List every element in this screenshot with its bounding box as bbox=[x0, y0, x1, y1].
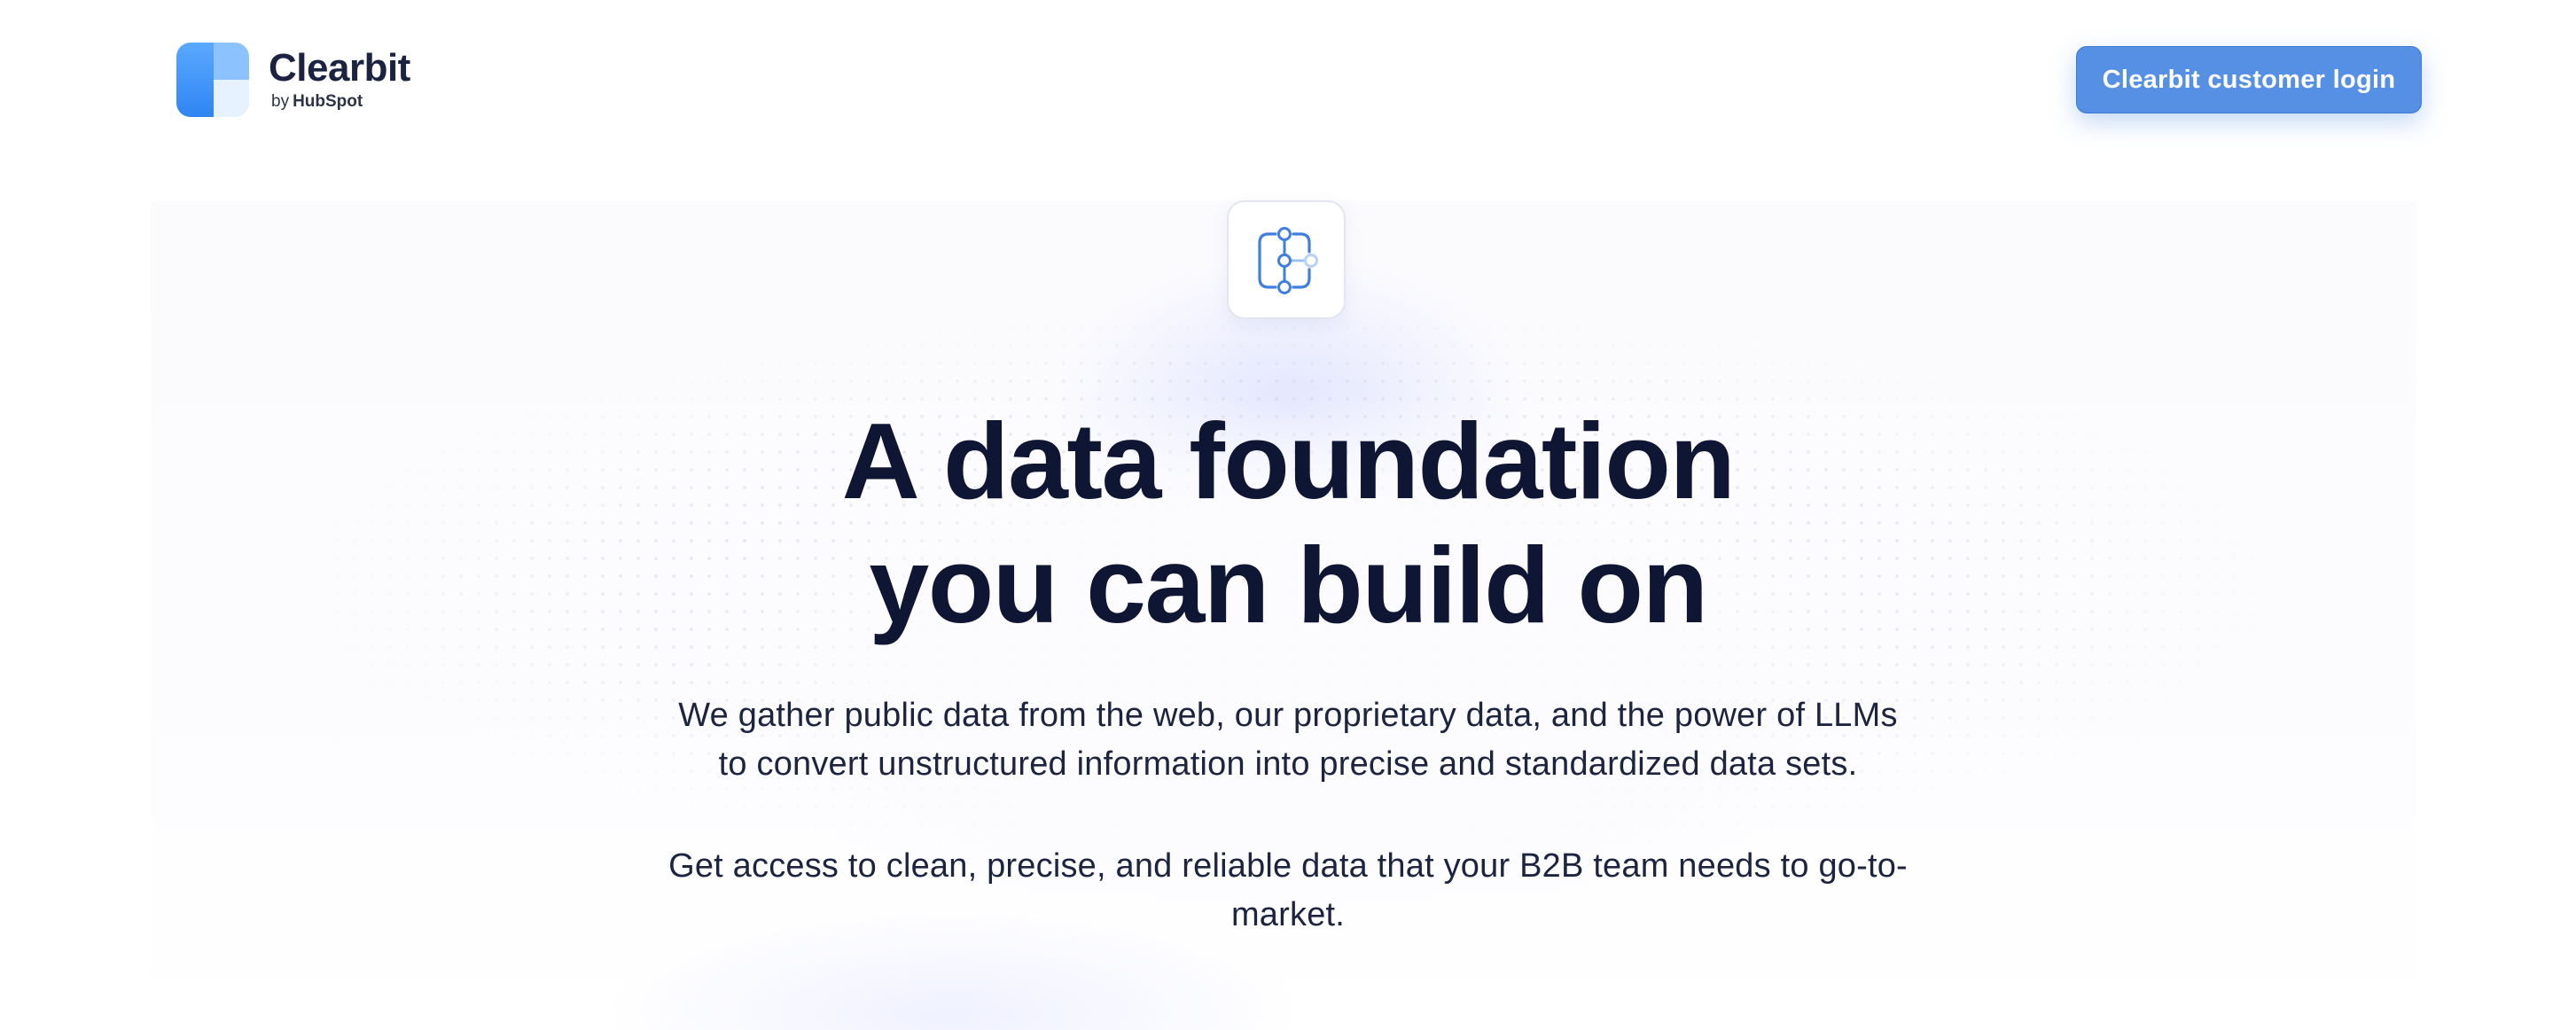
clearbit-logo-icon bbox=[176, 43, 249, 117]
hero-value-proposition-line1: Get access to clean, precise, and reliab… bbox=[668, 847, 1908, 885]
hero-description-line2: to convert unstructured information into… bbox=[718, 745, 1858, 783]
customer-login-button[interactable]: Clearbit customer login bbox=[2076, 46, 2422, 113]
logo-byline-prefix: by bbox=[271, 92, 290, 111]
connected-nodes-icon-graphic bbox=[1258, 227, 1318, 294]
page: Clearbit by HubSpot Clearbit customer log… bbox=[0, 0, 2576, 1030]
logo-wordmark: Clearbit bbox=[269, 46, 410, 90]
hero-title-line1: A data foundation bbox=[841, 401, 1736, 521]
hero-title: A data foundation you can build on bbox=[579, 399, 1997, 647]
hero-title-line2: you can build on bbox=[869, 525, 1708, 645]
logo-text: Clearbit by HubSpot bbox=[269, 48, 410, 112]
hero-value-proposition-line2: market. bbox=[1230, 896, 1346, 933]
connected-nodes-icon bbox=[1227, 200, 1346, 319]
logo-byline-brand: HubSpot bbox=[293, 92, 363, 111]
clearbit-logo[interactable]: Clearbit by HubSpot bbox=[176, 43, 410, 117]
hero-value-proposition: Get access to clean, precise, and reliab… bbox=[579, 842, 1997, 940]
hero-description: We gather public data from the web, our … bbox=[579, 691, 1997, 789]
hero-description-line1: We gather public data from the web, our … bbox=[678, 697, 1898, 734]
logo-byline: by HubSpot bbox=[271, 92, 410, 112]
